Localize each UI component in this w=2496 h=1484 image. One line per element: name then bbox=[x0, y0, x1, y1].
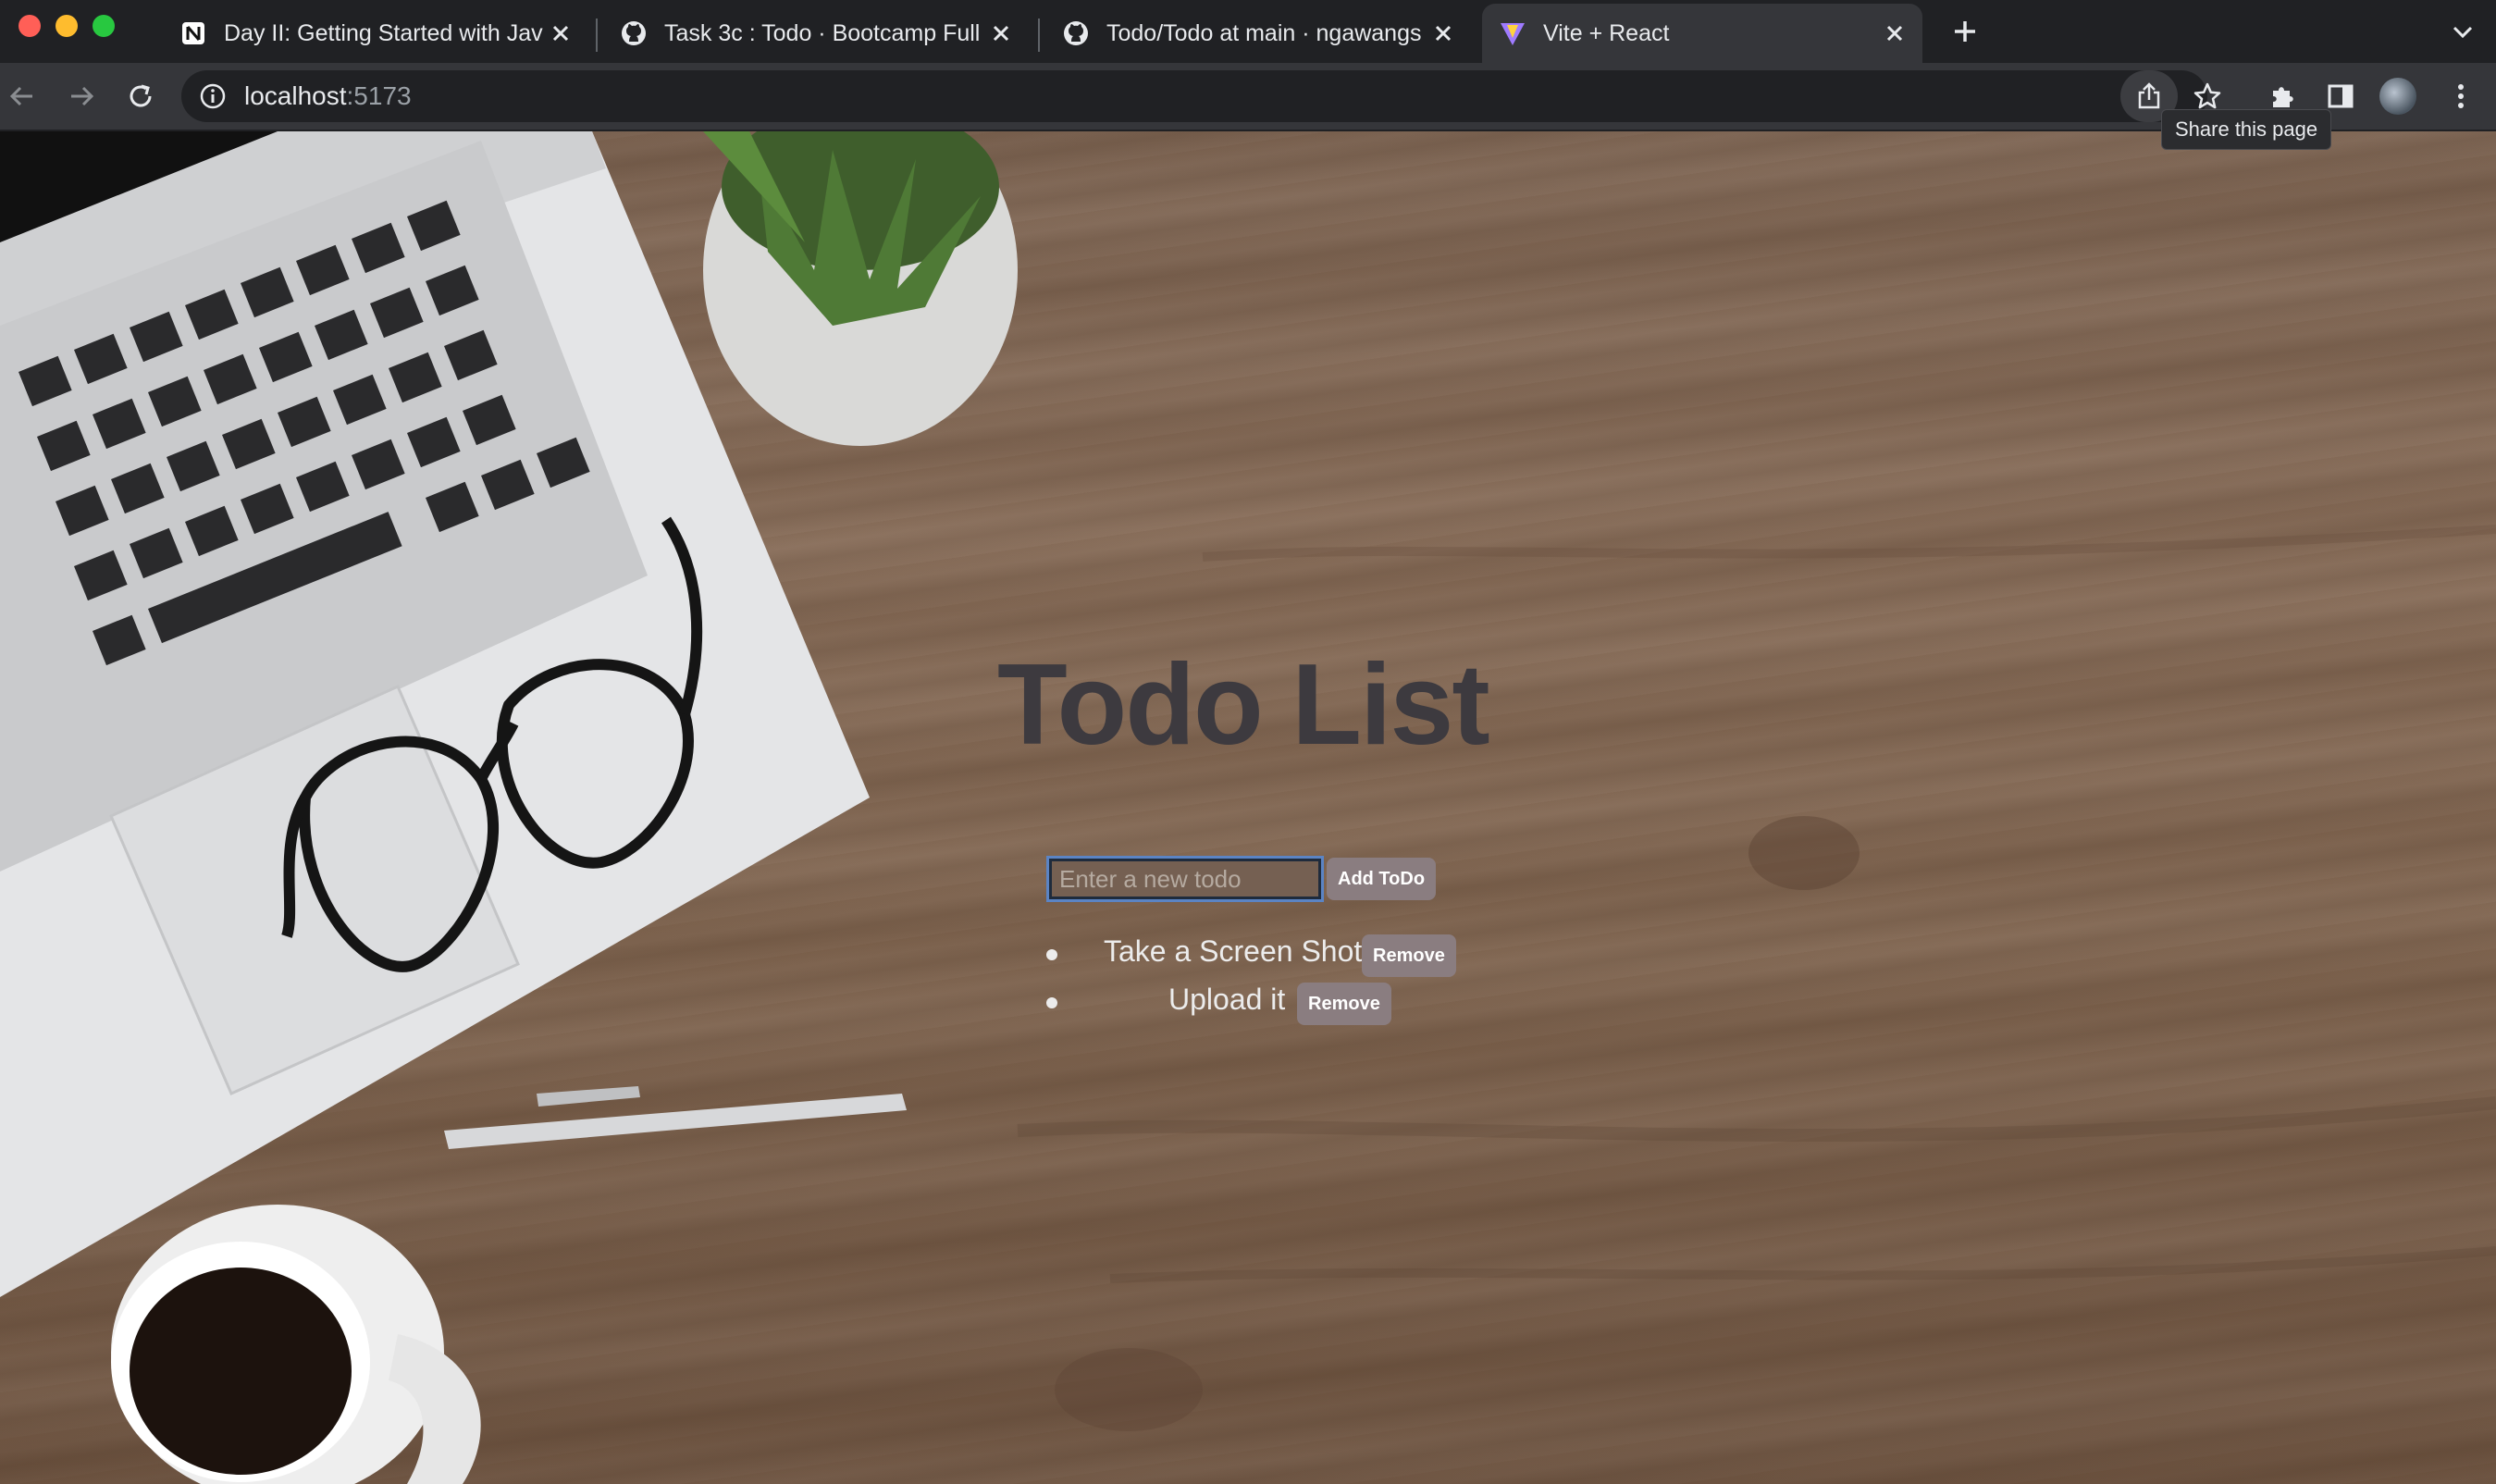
bullet-icon bbox=[1046, 997, 1057, 1008]
arrow-right-icon bbox=[71, 86, 94, 106]
browser-tab-1[interactable]: Day II: Getting Started with Jav bbox=[163, 6, 588, 61]
remove-todo-button[interactable]: Remove bbox=[1297, 983, 1391, 1025]
browser-tab-3[interactable]: Todo/Todo at main · ngawangs bbox=[1045, 6, 1471, 61]
url-host: localhost bbox=[244, 81, 347, 110]
coffee-cup-image bbox=[111, 1205, 481, 1484]
kebab-menu-icon bbox=[2458, 84, 2464, 108]
close-tab-icon[interactable] bbox=[544, 17, 577, 50]
reload-icon bbox=[130, 84, 152, 107]
browser-tab-4-active[interactable]: Vite + React bbox=[1482, 4, 1922, 63]
remove-todo-button[interactable]: Remove bbox=[1362, 934, 1456, 977]
pen-image bbox=[444, 1086, 907, 1149]
github-icon bbox=[622, 21, 646, 45]
close-tab-icon[interactable] bbox=[1878, 17, 1911, 50]
new-todo-input[interactable] bbox=[1046, 856, 1324, 902]
plus-icon bbox=[1955, 21, 1975, 42]
puzzle-piece-icon bbox=[2273, 87, 2293, 107]
reload-button[interactable] bbox=[120, 76, 161, 117]
back-button[interactable] bbox=[2, 76, 43, 117]
todo-text: Upload it bbox=[1168, 983, 1286, 1016]
side-panel-icon bbox=[2328, 84, 2354, 108]
page-viewport: Todo List Add ToDo Take a Screen Shot Re… bbox=[0, 131, 2496, 1484]
arrow-left-icon bbox=[9, 86, 32, 106]
new-tab-button[interactable] bbox=[1946, 13, 1983, 50]
info-icon[interactable] bbox=[198, 81, 228, 111]
bullet-icon bbox=[1046, 949, 1057, 960]
share-icon bbox=[2138, 82, 2160, 109]
tab-title: Task 3c : Todo · Bootcamp Full bbox=[664, 19, 981, 46]
page-title: Todo List bbox=[997, 641, 1490, 769]
forward-button[interactable] bbox=[61, 76, 102, 117]
maximize-window-button[interactable] bbox=[93, 15, 115, 37]
potted-plant-image bbox=[703, 131, 1018, 446]
wood-knot bbox=[1748, 816, 1860, 890]
share-tooltip: Share this page bbox=[2161, 109, 2332, 150]
chrome-menu-button[interactable] bbox=[2440, 76, 2481, 117]
tab-strip: Day II: Getting Started with Jav Task 3c… bbox=[0, 0, 2496, 63]
chevron-down-icon bbox=[2453, 26, 2473, 39]
tab-title: Day II: Getting Started with Jav bbox=[224, 19, 543, 46]
close-window-button[interactable] bbox=[19, 15, 41, 37]
add-todo-button[interactable]: Add ToDo bbox=[1327, 858, 1437, 900]
tab-title: Todo/Todo at main · ngawangs bbox=[1106, 19, 1422, 46]
profile-avatar[interactable] bbox=[2379, 78, 2416, 115]
tab-search-button[interactable] bbox=[2444, 13, 2481, 50]
browser-toolbar: localhost:5173 bbox=[0, 63, 2496, 131]
desk-background-image bbox=[0, 131, 2496, 1484]
minimize-window-button[interactable] bbox=[56, 15, 78, 37]
github-icon bbox=[1064, 21, 1088, 45]
close-tab-icon[interactable] bbox=[1427, 17, 1460, 50]
url-port: :5173 bbox=[346, 81, 412, 110]
tab-title: Vite + React bbox=[1543, 19, 1670, 46]
todo-text: Take a Screen Shot bbox=[1104, 934, 1363, 968]
star-icon bbox=[2193, 82, 2221, 109]
close-tab-icon[interactable] bbox=[984, 17, 1018, 50]
vite-icon bbox=[1501, 23, 1525, 45]
browser-tab-2[interactable]: Task 3c : Todo · Bootcamp Full bbox=[603, 6, 1029, 61]
url-text: localhost:5173 bbox=[244, 81, 412, 111]
notion-icon bbox=[182, 22, 204, 44]
address-bar[interactable]: localhost:5173 bbox=[181, 70, 2221, 122]
